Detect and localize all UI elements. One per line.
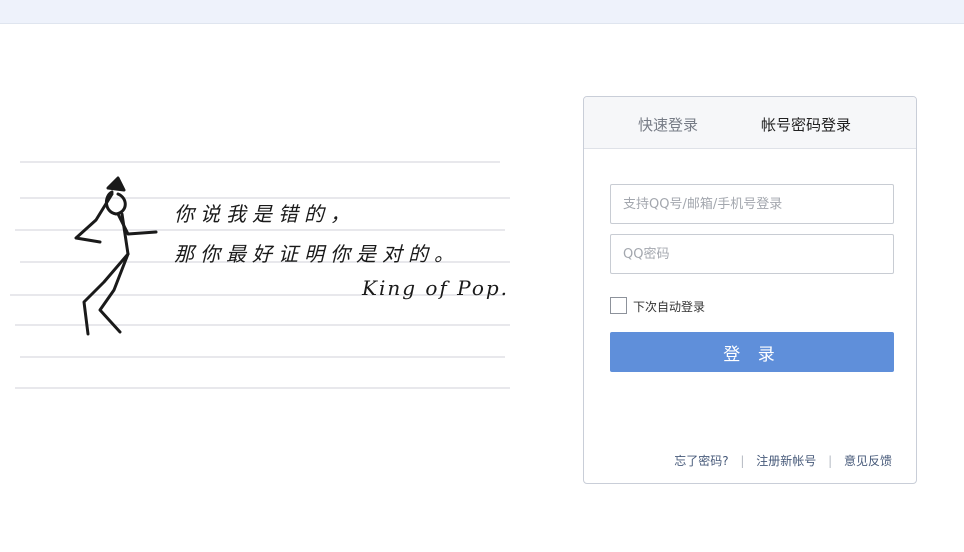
- dancer-figure: [74, 176, 158, 336]
- quote-line-2: 那你最好证明你是对的。: [174, 242, 460, 266]
- login-panel: 快速登录 帐号密码登录 下次自动登录 登 录 忘了密码? | 注册新帐号 | 意…: [583, 96, 917, 484]
- feedback-link[interactable]: 意见反馈: [844, 454, 892, 468]
- top-bar: [0, 0, 964, 24]
- decorative-art: 你说我是错的， 那你最好证明你是对的。 King of Pop.: [0, 150, 520, 410]
- register-link[interactable]: 注册新帐号: [756, 454, 816, 468]
- login-button[interactable]: 登 录: [610, 332, 894, 372]
- link-separator: |: [828, 454, 833, 468]
- forgot-password-link[interactable]: 忘了密码?: [674, 454, 728, 468]
- quote-line-1: 你说我是错的，: [174, 202, 356, 226]
- link-separator: |: [740, 454, 745, 468]
- username-input[interactable]: [610, 184, 894, 224]
- remember-me-checkbox[interactable]: [610, 297, 627, 314]
- password-input[interactable]: [610, 234, 894, 274]
- footer-links: 忘了密码? | 注册新帐号 | 意见反馈: [674, 452, 892, 469]
- remember-me-label[interactable]: 下次自动登录: [633, 298, 705, 315]
- quote-signature: King of Pop.: [362, 276, 510, 300]
- tab-quick-login[interactable]: 快速登录: [638, 97, 698, 148]
- tab-account-password-login[interactable]: 帐号密码登录: [761, 97, 851, 148]
- login-tabs: 快速登录 帐号密码登录: [584, 97, 916, 149]
